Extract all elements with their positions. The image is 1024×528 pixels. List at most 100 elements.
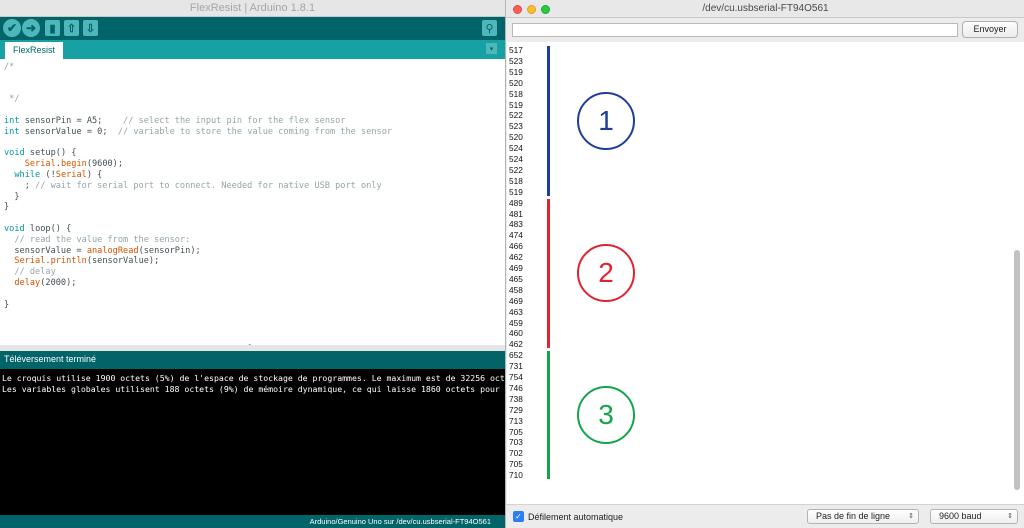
code-line: int sensorPin = A5; // select the input … (4, 116, 346, 126)
serial-monitor-window: /dev/cu.usbserial-FT94O561 Envoyer 517 52… (505, 0, 1024, 528)
serial-title-bar: /dev/cu.usbserial-FT94O561 (506, 0, 1024, 18)
serial-value: 519 (509, 186, 523, 197)
code-line: void setup() { (4, 148, 77, 159)
serial-value: 652 (509, 350, 523, 361)
code-line: } (4, 191, 20, 202)
console-line: Le croquis utilise 1900 octets (5%) de l… (2, 373, 505, 383)
serial-value: 522 (509, 110, 523, 121)
serial-value: 520 (509, 77, 523, 88)
serial-value: 469 (509, 295, 523, 306)
verify-icon[interactable]: ✔ (3, 19, 21, 37)
group-2-label: 2 (577, 244, 635, 303)
serial-value: 517 (509, 45, 523, 55)
serial-value: 524 (509, 143, 523, 154)
upload-status-text: Téléversement terminé (4, 354, 97, 364)
serial-value: 524 (509, 154, 523, 164)
serial-value: 465 (509, 273, 523, 284)
code-editor[interactable]: /* */ int sensorPin = A5; // select the i… (0, 59, 505, 345)
code-line: delay(2000); (14, 278, 77, 288)
tab-flexresist[interactable]: FlexResist (5, 42, 63, 59)
serial-value: 518 (509, 175, 523, 186)
serial-value: 466 (509, 241, 523, 252)
serial-value: 738 (509, 393, 523, 404)
arduino-ide-window: FlexResist | Arduino 1.8.1 ✔ ➜ ▮ ⇧ ⇩ ⚲ F… (0, 0, 505, 528)
group-3-bar (547, 351, 550, 479)
baud-rate-select[interactable]: 9600 baud ⇕ (930, 509, 1018, 524)
serial-value: 458 (509, 284, 523, 295)
code-line: */ (4, 94, 20, 105)
save-sketch-icon[interactable]: ⇩ (83, 20, 98, 36)
serial-value: 702 (509, 448, 523, 459)
serial-value: 519 (509, 66, 523, 77)
ide-window-title: FlexResist | Arduino 1.8.1 (189, 2, 316, 14)
serial-value: 754 (509, 372, 523, 382)
new-sketch-icon[interactable]: ▮ (45, 20, 60, 36)
serial-value: 520 (509, 132, 523, 143)
ide-toolbar: ✔ ➜ ▮ ⇧ ⇩ ⚲ (0, 17, 505, 40)
code-line: void loop() { (4, 224, 72, 234)
code-line: int sensorValue = 0; // variable to stor… (4, 126, 393, 137)
serial-value: 483 (509, 219, 523, 230)
serial-value: 519 (509, 99, 523, 110)
serial-value: 523 (509, 55, 523, 66)
code-line: } (4, 299, 10, 310)
dropdown-arrows-icon: ⇕ (908, 513, 914, 520)
serial-value: 705 (509, 426, 523, 437)
code-line: sensorValue = analogRead(sensorPin); (14, 245, 201, 256)
serial-value: 713 (509, 415, 523, 426)
ide-tab-bar: FlexResist ▾ (0, 40, 505, 59)
group-2-bar (547, 198, 550, 349)
serial-value: 462 (509, 252, 523, 263)
serial-value: 462 (509, 339, 523, 350)
serial-value: 729 (509, 404, 523, 415)
send-button[interactable]: Envoyer (962, 21, 1018, 38)
serial-value: 710 (509, 470, 523, 481)
serial-value: 705 (509, 459, 523, 470)
serial-bottom-bar: ✓ Défilement automatique Pas de fin de l… (506, 504, 1024, 528)
board-footer: Arduino/Genuino Uno sur /dev/cu.usbseria… (0, 515, 505, 528)
console-line: Les variables globales utilisent 188 oct… (2, 384, 505, 394)
send-input[interactable] (512, 23, 958, 37)
serial-value: 523 (509, 121, 523, 132)
code-line: // delay (14, 267, 56, 278)
serial-value: 459 (509, 317, 523, 328)
code-line: while (!Serial) { (14, 170, 103, 180)
board-port-text: Arduino/Genuino Uno sur /dev/cu.usbseria… (309, 517, 491, 526)
upload-icon[interactable]: ➜ (22, 19, 40, 37)
serial-value: 703 (509, 437, 523, 448)
autoscroll-label: Défilement automatique (528, 512, 624, 522)
output-scrollbar[interactable] (1014, 250, 1020, 490)
divider-handle-icon[interactable]: ⁃ (248, 341, 252, 349)
upload-status-bar: Téléversement terminé (0, 351, 505, 369)
code-line: ; // wait for serial port to connect. Ne… (4, 180, 382, 191)
code-line: } (4, 202, 10, 213)
baud-rate-value: 9600 baud (939, 511, 982, 521)
code-line: // read the value from the sensor: (14, 234, 191, 245)
group-1-bar (547, 46, 550, 196)
ide-title-bar: FlexResist | Arduino 1.8.1 (0, 0, 505, 17)
tab-menu-icon[interactable]: ▾ (486, 43, 497, 54)
code-line: Serial.begin(9600); (24, 159, 124, 170)
open-sketch-icon[interactable]: ⇧ (64, 20, 79, 36)
line-ending-value: Pas de fin de ligne (816, 511, 891, 521)
code-line: Serial.println(sensorValue); (14, 256, 160, 267)
dropdown-arrows-icon: ⇕ (1007, 513, 1013, 520)
autoscroll-checkbox[interactable]: ✓ (513, 511, 524, 522)
serial-value: 489 (509, 197, 523, 208)
serial-monitor-icon[interactable]: ⚲ (482, 20, 497, 36)
serial-output: 517 523 519 520 518 519 522 523 520 524 524 522 518 5… (507, 42, 1024, 504)
group-1-label: 1 (577, 91, 635, 150)
serial-value: 522 (509, 164, 523, 175)
serial-value: 731 (509, 361, 523, 372)
serial-value: 474 (509, 230, 523, 241)
compiler-console: Le croquis utilise 1900 octets (5%) de l… (0, 369, 505, 515)
serial-value: 460 (509, 328, 523, 339)
code-line: /* (4, 62, 15, 72)
serial-value: 469 (509, 263, 523, 273)
serial-value: 463 (509, 306, 523, 317)
serial-window-title: /dev/cu.usbserial-FT94O561 (702, 3, 829, 14)
group-3-label: 3 (577, 386, 635, 445)
line-ending-select[interactable]: Pas de fin de ligne ⇕ (807, 509, 919, 524)
serial-value: 518 (509, 88, 523, 99)
serial-value: 481 (509, 208, 523, 219)
